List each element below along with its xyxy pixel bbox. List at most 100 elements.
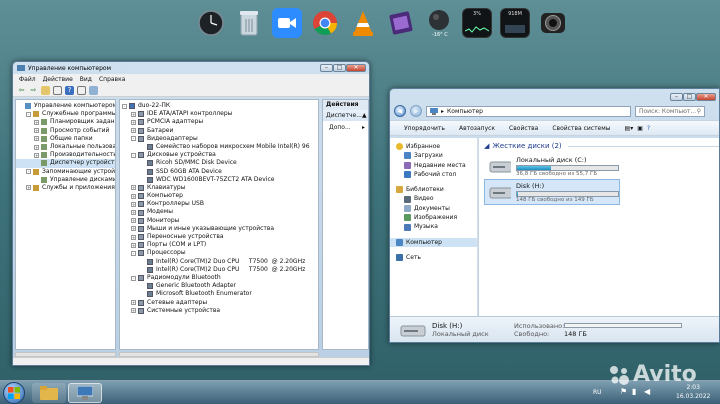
drive-item[interactable]: Локальный диск (C:) 36,8 ГБ свободно из 5… (484, 153, 620, 179)
console-tree-item[interactable]: - Запоминающие устройст (16, 168, 115, 176)
preview-pane-icon[interactable]: ▣ (637, 125, 643, 132)
expander-icon[interactable]: - (122, 103, 127, 109)
tray-network-icon[interactable]: ▮ (632, 387, 636, 396)
expander-icon[interactable]: + (34, 128, 39, 134)
weather-widget-icon[interactable]: -16° C (424, 8, 454, 38)
actions-device-manager[interactable]: Диспетче... ▲ (323, 110, 368, 121)
expander-icon[interactable]: + (131, 234, 136, 240)
nav-item[interactable]: Компьютер (390, 237, 477, 247)
language-indicator[interactable]: RU (593, 389, 602, 396)
device-tree-item[interactable]: - Процессоры (120, 249, 318, 257)
device-tree-item[interactable]: + Батареи (120, 127, 318, 135)
expander-icon[interactable]: + (34, 119, 39, 125)
menu-help[interactable]: Справка (99, 76, 125, 83)
device-tree-item[interactable]: + PCMCIA адаптеры (120, 118, 318, 126)
recycle-bin-icon[interactable] (234, 8, 264, 38)
device-tree-item[interactable]: Intel(R) Core(TM)2 Duo CPU T7500 @ 2.20G… (120, 258, 318, 266)
cpu-meter-icon[interactable]: 3% (462, 8, 492, 38)
console-tree-item[interactable]: + Службы и приложения (16, 184, 115, 192)
explorer-minimize-button[interactable]: – (670, 93, 683, 101)
expander-icon[interactable]: + (131, 308, 136, 314)
device-tree-item[interactable]: Microsoft Bluetooth Enumerator (120, 290, 318, 298)
expander-icon[interactable]: + (131, 218, 136, 224)
properties-icon[interactable] (77, 85, 86, 95)
back-button[interactable]: ◀ (394, 105, 406, 117)
device-tree-item[interactable]: + Клавиатуры (120, 184, 318, 192)
device-tree-item[interactable]: + Системные устройства (120, 307, 318, 315)
nav-item[interactable]: Изображения (390, 213, 477, 222)
zoom-icon[interactable] (272, 8, 302, 38)
console-tree-item[interactable]: + Общие папки (16, 135, 115, 143)
expander-icon[interactable]: - (131, 250, 136, 256)
nav-item[interactable]: Рабочий стол (390, 170, 477, 179)
device-tree-item[interactable]: - Видеоадаптеры (120, 135, 318, 143)
search-box[interactable]: Поиск: Компьют... ⚲ (635, 105, 705, 117)
console-tree-item[interactable]: Управление дисками (16, 176, 115, 184)
console-tree-item[interactable]: - Служебные программы (16, 110, 115, 118)
close-button[interactable]: ✕ (346, 64, 366, 72)
up-folder-icon[interactable] (41, 85, 50, 95)
device-tree-item[interactable]: SSD 60GB ATA Device (120, 168, 318, 176)
view-options-icon[interactable]: ▤▾ (625, 125, 634, 132)
expander-icon[interactable]: + (131, 242, 136, 248)
expander-icon[interactable]: + (34, 136, 39, 142)
menu-file[interactable]: Файл (19, 76, 36, 83)
nav-item[interactable]: Видео (390, 194, 477, 203)
expander-icon[interactable]: - (131, 275, 136, 281)
expander-icon[interactable]: + (131, 193, 136, 199)
console-tree-item[interactable]: + Планировщик заданий (16, 118, 115, 126)
expander-icon[interactable]: + (34, 152, 39, 158)
tray-flag-icon[interactable]: ⚑ (620, 387, 627, 396)
expander-icon[interactable]: + (131, 185, 136, 191)
device-tree-item[interactable]: - duo-22-ПК (120, 102, 318, 110)
device-tree-item[interactable]: WDC WD1600BEVT-75ZCT2 ATA Device (120, 176, 318, 184)
properties-button[interactable]: Свойства (509, 125, 538, 132)
tray-volume-icon[interactable]: ◀ (644, 387, 650, 396)
expander-icon[interactable]: + (131, 210, 136, 216)
expander-icon[interactable]: + (131, 226, 136, 232)
drive-item[interactable]: Disk (H:) 148 ГБ свободно из 149 ГБ (484, 179, 620, 205)
device-tree-item[interactable]: + IDE ATA/ATAPI контроллеры (120, 110, 318, 118)
expander-icon[interactable]: - (26, 111, 31, 117)
nav-item[interactable]: Загрузки (390, 151, 477, 160)
console-tree-item[interactable]: Управление компьютером (л (16, 102, 115, 110)
expander-icon[interactable]: - (26, 169, 31, 175)
help-icon[interactable]: ? (647, 125, 650, 132)
nav-item[interactable]: Музыка (390, 222, 477, 231)
help-icon[interactable]: ? (65, 85, 74, 95)
console-tree-item[interactable]: + Производительность (16, 151, 115, 159)
taskbar-explorer-button[interactable] (32, 383, 66, 403)
console-tree-item[interactable]: + Просмотр событий (16, 127, 115, 135)
organize-button[interactable]: Упорядочить (404, 125, 445, 132)
device-tree-item[interactable]: + Порты (COM и LPT) (120, 241, 318, 249)
device-tree-item[interactable]: Generic Bluetooth Adapter (120, 282, 318, 290)
autoplay-button[interactable]: Автозапуск (459, 125, 495, 132)
expander-icon[interactable]: - (131, 152, 136, 158)
device-tree-item[interactable]: + Компьютер (120, 192, 318, 200)
device-tree-item[interactable]: + Мониторы (120, 217, 318, 225)
hard-disks-header[interactable]: ◢ Жесткие диски (2) (484, 142, 719, 150)
expander-icon[interactable]: + (131, 300, 136, 306)
expander-icon[interactable]: + (131, 201, 136, 207)
maximize-button[interactable]: □ (333, 64, 346, 72)
device-tree-item[interactable]: + Модемы (120, 208, 318, 216)
mmc-titlebar[interactable]: Управление компьютером (13, 62, 369, 74)
device-tree-item[interactable]: - Дисковые устройства (120, 151, 318, 159)
device-tree-item[interactable]: Семейство наборов микросхем Mobile Intel… (120, 143, 318, 151)
clock-widget-icon[interactable] (196, 8, 226, 38)
device-tree-item[interactable]: + Сетевые адаптеры (120, 299, 318, 307)
camera-icon[interactable] (538, 8, 568, 38)
expander-icon[interactable]: + (131, 128, 136, 134)
device-tree-item[interactable]: + Мыши и иные указывающие устройства (120, 225, 318, 233)
scan-hardware-icon[interactable] (89, 85, 98, 95)
start-button[interactable] (3, 382, 25, 404)
device-tree-item[interactable]: Ricoh SD/MMC Disk Device (120, 159, 318, 167)
taskbar-mmc-button[interactable] (68, 383, 102, 403)
expander-icon[interactable]: + (26, 185, 31, 191)
nav-item[interactable]: Сеть (390, 253, 477, 262)
back-arrow-icon[interactable]: ⇦ (17, 86, 26, 95)
console-tree-icon[interactable] (53, 85, 62, 95)
menu-view[interactable]: Вид (80, 76, 92, 83)
console-tree-item[interactable]: + Локальные пользоват (16, 143, 115, 151)
system-properties-button[interactable]: Свойства системы (552, 125, 610, 132)
